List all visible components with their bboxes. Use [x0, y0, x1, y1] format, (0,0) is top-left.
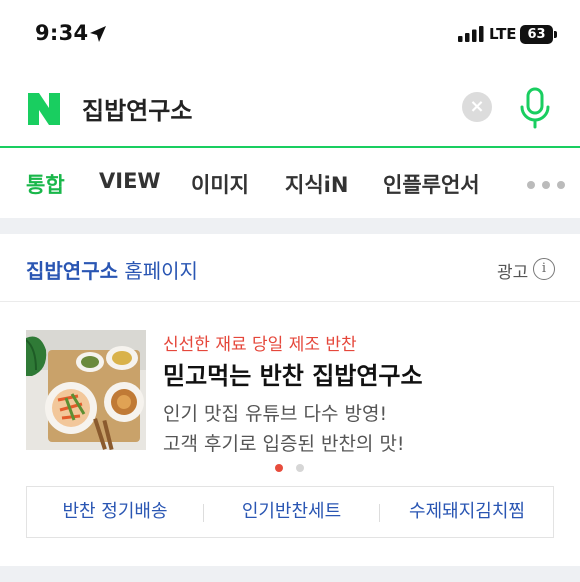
tab-integrated[interactable]: 통합 [26, 169, 65, 199]
ad-header: 집밥연구소 홈페이지 광고 i [0, 234, 580, 302]
search-bar: 집밥연구소 × [0, 72, 580, 148]
battery-level: 63 [527, 27, 546, 42]
ad-headline[interactable]: 믿고먹는 반찬 집밥연구소 [163, 356, 423, 391]
microphone-icon[interactable] [518, 87, 552, 129]
more-tabs-icon[interactable] [527, 181, 565, 189]
section-divider [0, 566, 580, 582]
ad-promo-text[interactable]: 신선한 재료 당일 제조 반찬 [163, 330, 357, 355]
search-tabs: 통합 VIEW 이미지 지식iN 인플루언서 [0, 150, 580, 218]
network-type: LTE [489, 25, 517, 43]
ad-label: 광고 [497, 263, 529, 283]
sitelink-kimchi-jjim[interactable]: 수제돼지김치찜 [380, 487, 554, 537]
ad-description-line-1[interactable]: 인기 맛집 유튜브 다수 방영! [163, 399, 387, 426]
naver-logo[interactable] [27, 92, 61, 126]
sitelink-regular-delivery[interactable]: 반찬 정기배송 [27, 487, 203, 537]
location-arrow-icon [90, 26, 106, 42]
tab-view[interactable]: VIEW [99, 169, 161, 193]
info-icon[interactable]: i [533, 258, 555, 280]
tab-influencer[interactable]: 인플루언서 [383, 169, 480, 199]
tab-images[interactable]: 이미지 [191, 169, 249, 199]
close-icon: × [469, 96, 485, 117]
ad-site-link[interactable]: 집밥연구소 홈페이지 [26, 255, 198, 284]
battery-nub [554, 31, 557, 38]
battery-icon: 63 [520, 25, 553, 44]
ad-thumbnail-image[interactable] [26, 330, 146, 450]
ad-site-name[interactable]: 집밥연구소 [26, 259, 118, 283]
section-divider [0, 218, 580, 234]
carousel-dot-1[interactable] [275, 464, 283, 472]
search-input[interactable]: 집밥연구소 [82, 91, 192, 126]
carousel-indicator [275, 464, 305, 472]
sitelink-popular-set[interactable]: 인기반찬세트 [204, 487, 379, 537]
ad-description-line-2[interactable]: 고객 후기로 입증된 반찬의 맛! [163, 429, 405, 456]
cellular-signal-icon [458, 26, 484, 42]
status-time: 9:34 [35, 21, 89, 45]
status-bar: 9:34 LTE 63 [0, 0, 580, 72]
clear-search-button[interactable]: × [462, 92, 492, 122]
carousel-dot-2[interactable] [296, 464, 304, 472]
tab-knowledge-in[interactable]: 지식iN [285, 169, 348, 199]
ad-site-suffix[interactable]: 홈페이지 [124, 259, 198, 283]
ad-sitelinks: 반찬 정기배송 인기반찬세트 수제돼지김치찜 [26, 486, 554, 538]
